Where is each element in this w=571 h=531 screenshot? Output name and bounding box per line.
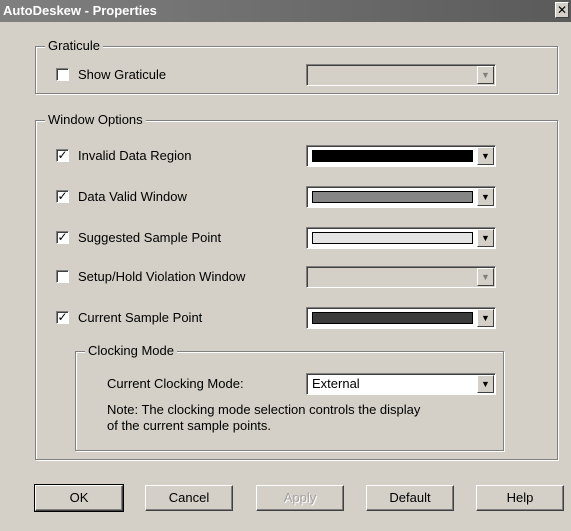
close-icon[interactable]: ✕ (555, 2, 569, 18)
show-graticule-row[interactable]: Show Graticule (56, 66, 296, 86)
color-swatch (312, 312, 473, 324)
default-button[interactable]: Default (366, 485, 454, 511)
invalid-data-region-checkbox[interactable]: ✓ (56, 149, 69, 162)
chevron-down-icon: ▼ (477, 375, 494, 393)
setup-hold-violation-window-label: Setup/Hold Violation Window (78, 269, 246, 284)
data-valid-window-label: Data Valid Window (78, 189, 187, 204)
current-sample-point-label: Current Sample Point (78, 310, 203, 325)
chevron-down-icon: ▼ (477, 268, 494, 286)
clocking-mode-note-line2: of the current sample points. (107, 418, 272, 433)
option-row-suggested-sample-point[interactable]: ✓ Suggested Sample Point (56, 229, 296, 249)
graticule-color-dropdown[interactable]: ▼ (306, 64, 496, 86)
option-row-current-sample-point[interactable]: ✓ Current Sample Point (56, 309, 296, 329)
window-options-group-label: Window Options (45, 112, 146, 127)
clocking-mode-select[interactable]: External ▼ (306, 373, 496, 395)
data-valid-window-color-dropdown[interactable]: ▼ (306, 186, 496, 208)
chevron-down-icon: ▼ (477, 229, 494, 247)
chevron-down-icon: ▼ (477, 188, 494, 206)
chevron-down-icon: ▼ (477, 309, 494, 327)
invalid-data-region-label: Invalid Data Region (78, 148, 192, 163)
window-title: AutoDeskew - Properties (3, 3, 157, 18)
clocking-mode-group-label: Clocking Mode (85, 343, 177, 358)
clocking-mode-note-line1: Note: The clocking mode selection contro… (107, 402, 421, 417)
current-clocking-mode-label: Current Clocking Mode: (107, 376, 244, 391)
suggested-sample-point-color-dropdown[interactable]: ▼ (306, 227, 496, 249)
graticule-group-label: Graticule (45, 38, 104, 53)
chevron-down-icon: ▼ (477, 66, 494, 84)
show-graticule-label: Show Graticule (78, 67, 167, 82)
invalid-data-region-color-dropdown[interactable]: ▼ (306, 145, 496, 167)
current-sample-point-color-dropdown[interactable]: ▼ (306, 307, 496, 329)
clocking-mode-group: Clocking Mode (75, 343, 504, 451)
option-row-setup-hold-violation-window[interactable]: Setup/Hold Violation Window (56, 268, 296, 288)
current-sample-point-checkbox[interactable]: ✓ (56, 311, 69, 324)
cancel-button[interactable]: Cancel (145, 485, 233, 511)
show-graticule-checkbox[interactable] (56, 68, 69, 81)
suggested-sample-point-label: Suggested Sample Point (78, 230, 222, 245)
title-bar: AutoDeskew - Properties ✕ (0, 0, 571, 22)
suggested-sample-point-checkbox[interactable]: ✓ (56, 231, 69, 244)
setup-hold-violation-window-checkbox[interactable] (56, 270, 69, 283)
option-row-invalid-data-region[interactable]: ✓ Invalid Data Region (56, 147, 296, 167)
ok-button[interactable]: OK (34, 484, 124, 512)
apply-button[interactable]: Apply (256, 485, 344, 511)
setup-hold-violation-window-color-dropdown[interactable]: ▼ (306, 266, 496, 288)
color-swatch (312, 150, 473, 162)
option-row-data-valid-window[interactable]: ✓ Data Valid Window (56, 188, 296, 208)
data-valid-window-checkbox[interactable]: ✓ (56, 190, 69, 203)
clocking-mode-value: External (312, 376, 360, 391)
color-swatch (312, 232, 473, 244)
color-swatch (312, 191, 473, 203)
help-button[interactable]: Help (476, 485, 564, 511)
chevron-down-icon: ▼ (477, 147, 494, 165)
